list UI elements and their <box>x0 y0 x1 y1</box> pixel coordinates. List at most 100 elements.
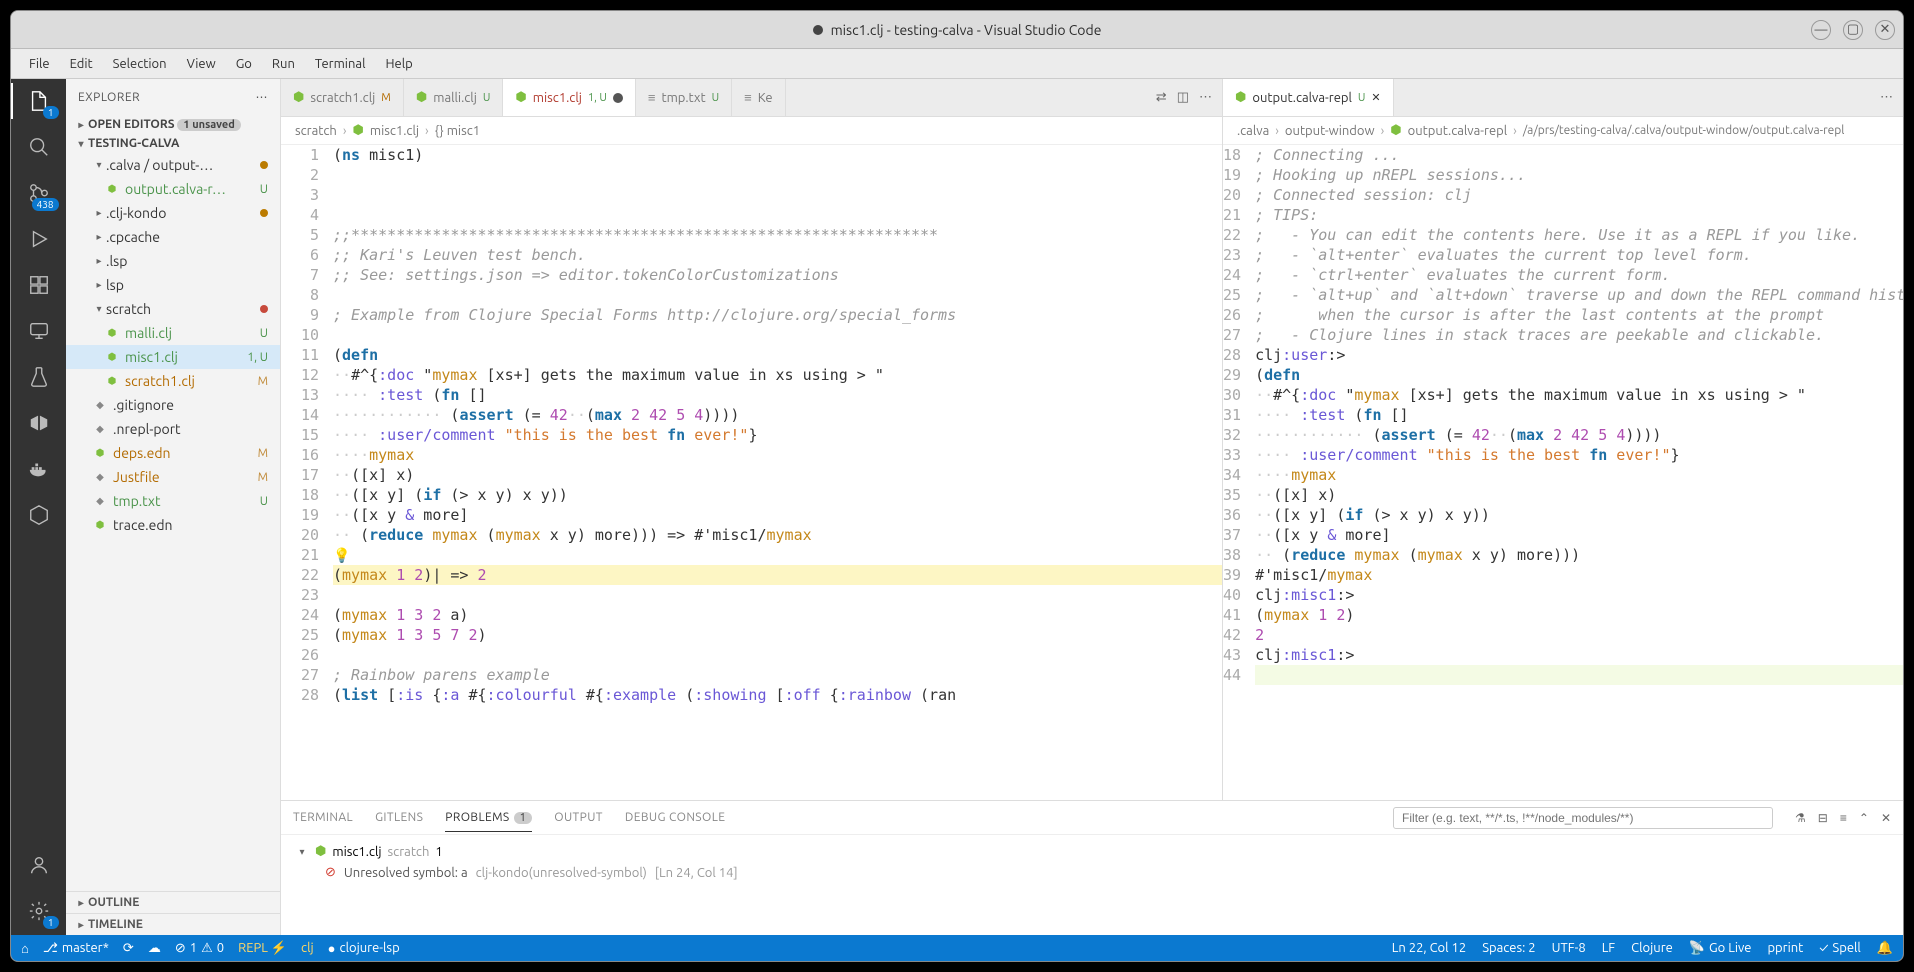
titlebar: misc1.clj - testing-calva - Visual Studi… <box>11 11 1903 49</box>
tree-item[interactable]: ⬢trace.edn <box>66 513 280 537</box>
tab[interactable]: ≡Ke <box>732 79 786 116</box>
minimize-button[interactable]: — <box>1811 20 1831 40</box>
kube-icon[interactable] <box>25 501 53 529</box>
tree-item[interactable]: ◆.gitignore <box>66 393 280 417</box>
window-title: misc1.clj - testing-calva - Visual Studi… <box>831 22 1102 38</box>
tab[interactable]: ≡tmp.txtU <box>636 79 732 116</box>
encoding-status[interactable]: UTF-8 <box>1552 941 1586 956</box>
tree-item[interactable]: ▾.calva / output-… <box>66 153 280 177</box>
open-editors-section[interactable]: ▸ OPEN EDITORS 1 unsaved <box>66 115 280 134</box>
panel-tab-terminal[interactable]: TERMINAL <box>293 811 353 824</box>
settings-badge: 1 <box>43 916 59 929</box>
tree-item[interactable]: ⬢scratch1.cljM <box>66 369 280 393</box>
panel-tab-problems[interactable]: PROBLEMS1 <box>445 811 532 832</box>
tree-item[interactable]: ◆JustfileM <box>66 465 280 489</box>
tree-item[interactable]: ▸.clj-kondo <box>66 201 280 225</box>
remote-indicator[interactable]: ⌂ <box>21 941 29 956</box>
eol-status[interactable]: LF <box>1602 941 1615 956</box>
tree-item[interactable]: ▾scratch <box>66 297 280 321</box>
cloud-icon[interactable]: ☁ <box>148 941 161 956</box>
menu-go[interactable]: Go <box>226 53 262 75</box>
explorer-sidebar: EXPLORER ⋯ ▸ OPEN EDITORS 1 unsaved ▾ TE… <box>66 79 281 935</box>
project-section[interactable]: ▾ TESTING-CALVA <box>66 134 280 153</box>
docker-icon[interactable] <box>25 455 53 483</box>
sync-icon[interactable]: ⟳ <box>123 941 134 956</box>
go-live[interactable]: 📡 Go Live <box>1689 941 1752 956</box>
tab-more-icon[interactable]: ⋯ <box>1880 90 1893 105</box>
tree-item[interactable]: ⬢misc1.clj1, U <box>66 345 280 369</box>
compare-icon[interactable]: ⇄ <box>1156 90 1167 105</box>
menu-help[interactable]: Help <box>375 53 422 75</box>
language-status[interactable]: Clojure <box>1631 941 1673 956</box>
account-icon[interactable] <box>25 851 53 879</box>
outline-section[interactable]: ▸OUTLINE <box>66 891 280 913</box>
tree-item[interactable]: ◆tmp.txtU <box>66 489 280 513</box>
problem-file-row[interactable]: ▾ ⬢ misc1.clj scratch 1 <box>295 841 1889 862</box>
search-icon[interactable] <box>25 133 53 161</box>
tree-item[interactable]: ◆.nrepl-port <box>66 417 280 441</box>
extensions-icon[interactable] <box>25 271 53 299</box>
unsaved-badge: 1 unsaved <box>177 119 240 131</box>
repl-status[interactable]: REPL ⚡ <box>238 941 287 956</box>
maximize-button[interactable]: ▢ <box>1843 20 1863 40</box>
tab[interactable]: ⬢scratch1.cljM <box>281 79 404 116</box>
git-branch[interactable]: ⎇ master* <box>43 941 109 956</box>
panel-tab-output[interactable]: OUTPUT <box>554 811 603 824</box>
tree-item[interactable]: ▸lsp <box>66 273 280 297</box>
tf-icon[interactable] <box>25 409 53 437</box>
split-icon[interactable]: ◫ <box>1177 90 1189 105</box>
indent-status[interactable]: Spaces: 2 <box>1482 941 1535 956</box>
tree-item[interactable]: ⬢malli.cljU <box>66 321 280 345</box>
problems-status[interactable]: ⊘ 1 ⚠ 0 <box>175 941 224 956</box>
cursor-position[interactable]: Ln 22, Col 12 <box>1392 941 1466 956</box>
sidebar-more-icon[interactable]: ⋯ <box>256 90 269 104</box>
editor-right[interactable]: 1819202122232425262728293031323334353637… <box>1223 145 1903 800</box>
tab-more-icon[interactable]: ⋯ <box>1199 90 1212 105</box>
problem-item[interactable]: ⊘ Unresolved symbol: a clj-kondo(unresol… <box>295 862 1889 883</box>
close-button[interactable]: ✕ <box>1875 20 1895 40</box>
tree-item[interactable]: ⬢deps.ednM <box>66 441 280 465</box>
bottom-panel: TERMINAL GITLENS PROBLEMS1 OUTPUT DEBUG … <box>281 800 1903 935</box>
menu-run[interactable]: Run <box>262 53 305 75</box>
list-icon[interactable]: ≡ <box>1840 811 1847 825</box>
error-icon: ⊘ <box>325 865 336 880</box>
settings-icon[interactable]: 1 <box>25 897 53 925</box>
explorer-icon[interactable]: 1 <box>25 87 53 115</box>
menu-terminal[interactable]: Terminal <box>305 53 376 75</box>
filter-icon[interactable]: ⚗ <box>1795 811 1806 825</box>
tab[interactable]: ⬢output.calva-replU✕ <box>1223 79 1394 116</box>
menu-edit[interactable]: Edit <box>60 53 103 75</box>
activity-bar: 1 438 1 <box>11 79 66 935</box>
menu-selection[interactable]: Selection <box>103 53 177 75</box>
breadcrumbs-left[interactable]: scratch› ⬢misc1.clj› {} misc1 <box>281 117 1222 145</box>
tree-item[interactable]: ⬢output.calva-r…U <box>66 177 280 201</box>
menu-view[interactable]: View <box>177 53 226 75</box>
expand-icon[interactable]: ⌃ <box>1859 811 1869 825</box>
problems-filter-input[interactable] <box>1393 807 1773 829</box>
spell-status[interactable]: ✓ Spell <box>1819 941 1861 956</box>
tab[interactable]: ⬢misc1.clj1, U <box>503 79 635 116</box>
menubar: File Edit Selection View Go Run Terminal… <box>11 49 1903 79</box>
explorer-badge: 1 <box>43 106 59 119</box>
panel-tab-debug[interactable]: DEBUG CONSOLE <box>625 811 725 824</box>
pprint-status[interactable]: pprint <box>1767 941 1803 956</box>
statusbar: ⌂ ⎇ master* ⟳ ☁ ⊘ 1 ⚠ 0 REPL ⚡ clj ● clo… <box>11 935 1903 961</box>
editor-left[interactable]: 1234567891011121314151617181920212223242… <box>281 145 1222 800</box>
tree-item[interactable]: ▸.cpcache <box>66 225 280 249</box>
menu-file[interactable]: File <box>19 53 60 75</box>
scm-icon[interactable]: 438 <box>25 179 53 207</box>
repl-session[interactable]: clj <box>301 941 314 955</box>
run-debug-icon[interactable] <box>25 225 53 253</box>
breadcrumbs-right[interactable]: .calva› output-window› ⬢output.calva-rep… <box>1223 117 1903 145</box>
remote-icon[interactable] <box>25 317 53 345</box>
notifications-icon[interactable]: 🔔 <box>1877 941 1893 956</box>
clojure-lsp-status[interactable]: ● clojure-lsp <box>328 941 400 956</box>
panel-close-icon[interactable]: ✕ <box>1881 811 1891 825</box>
collapse-icon[interactable]: ⊟ <box>1818 811 1828 825</box>
testing-icon[interactable] <box>25 363 53 391</box>
tab[interactable]: ⬢malli.cljU <box>404 79 504 116</box>
timeline-section[interactable]: ▸TIMELINE <box>66 913 280 935</box>
tree-item[interactable]: ▸.lsp <box>66 249 280 273</box>
panel-tab-gitlens[interactable]: GITLENS <box>375 811 423 824</box>
tabs-right: ⬢output.calva-replU✕ ⋯ <box>1223 79 1903 117</box>
